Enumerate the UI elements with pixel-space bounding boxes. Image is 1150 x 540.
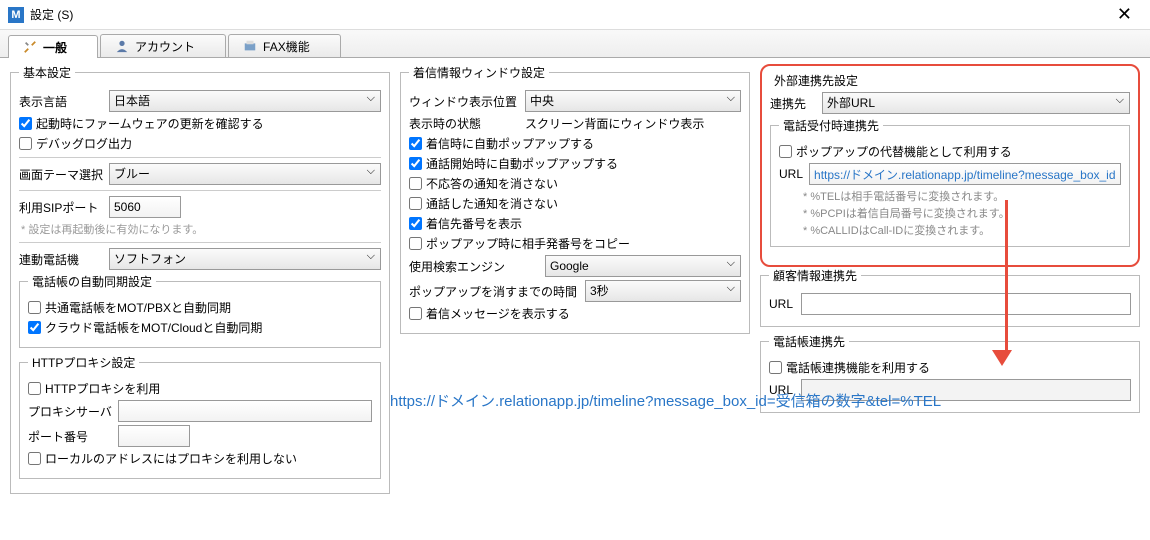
sip-note: * 設定は再起動後に有効になります。 [21,221,381,237]
chk-popup-alt-label: ポップアップの代替機能として利用する [796,143,1012,160]
chk-inc-msg-label: 着信メッセージを表示する [426,305,570,322]
chk-book[interactable] [769,361,782,374]
linked-phone-select[interactable]: ソフトフォン [109,248,381,270]
sync-legend: 電話帳の自動同期設定 [28,273,156,290]
chk-auto-in[interactable] [409,137,422,150]
chk-show-num-label: 着信先番号を表示 [426,215,522,232]
proxy-server-label: プロキシサーバ [28,403,112,420]
chk-no-proxy-local[interactable] [28,452,41,465]
settings-window: M 設定 (S) ✕ 一般 アカウント FAX機能 基本設定 表示言語 日本語 [0,0,1150,540]
hint-callid: * %CALLIDはCall-IDに変換されます。 [803,222,1121,238]
pos-select[interactable]: 中央 [525,90,741,112]
chk-sync-pbx-label: 共通電話帳をMOT/PBXと自動同期 [45,299,231,316]
chk-keep-noans-label: 不応答の通知を消さない [426,175,558,192]
engine-label: 使用検索エンジン [409,258,539,275]
chk-sync-cloud-label: クラウド電話帳をMOT/Cloudと自動同期 [45,319,262,336]
proxy-port-label: ポート番号 [28,428,112,445]
recv-legend: 電話受付時連携先 [779,117,883,134]
chk-debug[interactable] [19,137,32,150]
basic-settings-group: 基本設定 表示言語 日本語 起動時にファームウェアの更新を確認する デバッグログ… [10,64,390,494]
col-basic: 基本設定 表示言語 日本語 起動時にファームウェアの更新を確認する デバッグログ… [10,64,390,500]
tab-label: FAX機能 [263,38,310,55]
proxy-legend: HTTPプロキシ設定 [28,354,139,371]
lang-label: 表示言語 [19,93,103,110]
timeout-label: ポップアップを消すまでの時間 [409,283,579,300]
pos-label: ウィンドウ表示位置 [409,93,519,110]
chk-use-proxy-label: HTTPプロキシを利用 [45,380,160,397]
incoming-legend: 着信情報ウィンドウ設定 [409,64,549,81]
hint-tel: * %TELは相手電話番号に変換されます。 [803,188,1121,204]
cust-group: 顧客情報連携先 URL [760,267,1140,327]
person-icon [115,39,129,53]
hint-pcpi: * %PCPIは着信自局番号に変換されます。 [803,205,1121,221]
chk-sync-cloud[interactable] [28,321,41,334]
state-value: スクリーン背面にウィンドウ表示 [525,115,704,132]
tab-account[interactable]: アカウント [100,34,226,57]
cust-url-input[interactable] [801,293,1131,315]
chk-book-label: 電話帳連携機能を利用する [786,359,930,376]
sip-label: 利用SIPポート [19,199,103,216]
ext-legend: 外部連携先設定 [770,72,862,89]
book-legend: 電話帳連携先 [769,333,849,350]
annotation-url-text: https://ドメイン.relationapp.jp/timeline?mes… [390,390,941,411]
cust-legend: 顧客情報連携先 [769,267,861,284]
chk-auto-talk[interactable] [409,157,422,170]
recv-url-label: URL [779,167,803,181]
tab-strip: 一般 アカウント FAX機能 [0,30,1150,58]
timeout-select[interactable]: 3秒 [585,280,741,302]
cust-url-label: URL [769,297,795,311]
chk-auto-in-label: 着信時に自動ポップアップする [426,135,594,152]
proxy-group: HTTPプロキシ設定 HTTPプロキシを利用 プロキシサーバ ポート番号 ローカ… [19,354,381,479]
chk-auto-talk-label: 通話開始時に自動ポップアップする [426,155,618,172]
close-icon[interactable]: ✕ [1107,2,1142,27]
dest-select[interactable]: 外部URL [822,92,1130,114]
chk-use-proxy[interactable] [28,382,41,395]
chk-inc-msg[interactable] [409,307,422,320]
basic-legend: 基本設定 [19,64,75,81]
chk-firmware[interactable] [19,117,32,130]
chk-show-num[interactable] [409,217,422,230]
theme-select[interactable]: ブルー [109,163,381,185]
highlight-region: 外部連携先設定 連携先 外部URL 電話受付時連携先 ポップアップの代替機能とし… [760,64,1140,267]
recv-group: 電話受付時連携先 ポップアップの代替機能として利用する URL * %TELは相… [770,117,1130,247]
incoming-group: 着信情報ウィンドウ設定 ウィンドウ表示位置 中央 表示時の状態 スクリーン背面に… [400,64,750,334]
col-incoming: 着信情報ウィンドウ設定 ウィンドウ表示位置 中央 表示時の状態 スクリーン背面に… [400,64,750,500]
chk-no-proxy-local-label: ローカルのアドレスにはプロキシを利用しない [45,450,297,467]
lang-select[interactable]: 日本語 [109,90,381,112]
content-area: 基本設定 表示言語 日本語 起動時にファームウェアの更新を確認する デバッグログ… [0,58,1150,510]
sip-port-input[interactable] [109,196,181,218]
chk-popup-alt[interactable] [779,145,792,158]
chk-keep-noans[interactable] [409,177,422,190]
tab-fax[interactable]: FAX機能 [228,34,341,57]
linked-phone-label: 連動電話機 [19,251,103,268]
ext-group: 外部連携先設定 連携先 外部URL 電話受付時連携先 ポップアップの代替機能とし… [770,72,1130,253]
col-ext-link: 外部連携先設定 連携先 外部URL 電話受付時連携先 ポップアップの代替機能とし… [760,64,1140,500]
tab-label: アカウント [135,38,195,55]
sync-group: 電話帳の自動同期設定 共通電話帳をMOT/PBXと自動同期 クラウド電話帳をMO… [19,273,381,348]
recv-url-input[interactable] [809,163,1121,185]
state-label: 表示時の状態 [409,115,519,132]
window-title: 設定 (S) [30,6,73,23]
titlebar: M 設定 (S) ✕ [0,0,1150,30]
app-icon: M [8,7,24,23]
chk-copy-caller[interactable] [409,237,422,250]
proxy-server-input[interactable] [118,400,372,422]
chk-keep-talked[interactable] [409,197,422,210]
chk-firmware-label: 起動時にファームウェアの更新を確認する [36,115,264,132]
proxy-port-input[interactable] [118,425,190,447]
chk-keep-talked-label: 通話した通知を消さない [426,195,558,212]
chk-sync-pbx[interactable] [28,301,41,314]
dest-label: 連携先 [770,95,816,112]
tab-label: 一般 [43,39,67,56]
engine-select[interactable]: Google [545,255,741,277]
fax-icon [243,39,257,53]
theme-label: 画面テーマ選択 [19,166,103,183]
tools-icon [23,40,37,54]
chk-copy-caller-label: ポップアップ時に相手発番号をコピー [426,235,630,252]
tab-general[interactable]: 一般 [8,35,98,58]
chk-debug-label: デバッグログ出力 [36,135,132,152]
